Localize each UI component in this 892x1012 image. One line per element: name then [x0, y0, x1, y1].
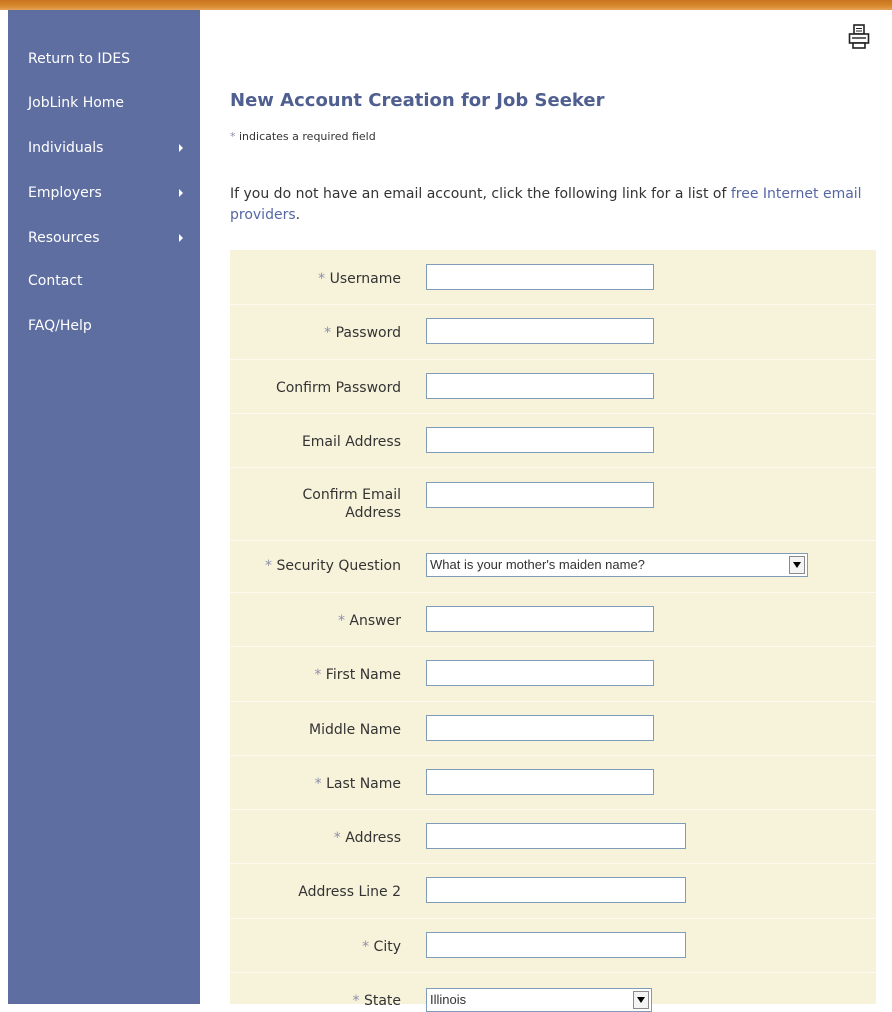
- last-name-label: * Last Name: [314, 776, 401, 792]
- answer-label: * Answer: [337, 613, 401, 629]
- required-marker: *: [264, 558, 272, 574]
- sidebar-item-label: JobLink Home: [28, 95, 125, 111]
- first-name-input[interactable]: [426, 660, 654, 686]
- required-marker: *: [314, 776, 322, 792]
- username-row: * Username: [230, 250, 876, 305]
- confirm-password-label: Confirm Password: [275, 380, 401, 396]
- sidebar-item-resources[interactable]: Resources: [28, 225, 193, 251]
- address-line-2-row: Address Line 2: [230, 863, 876, 919]
- required-marker: *: [314, 667, 322, 683]
- top-accent-bar: [0, 0, 892, 10]
- password-row: * Password: [230, 304, 876, 360]
- required-marker: *: [333, 830, 341, 846]
- confirm-email-input[interactable]: [426, 482, 654, 508]
- page-title: New Account Creation for Job Seeker: [230, 90, 605, 111]
- sidebar-item-label: Contact: [28, 273, 83, 289]
- chevron-down-icon[interactable]: [633, 991, 649, 1009]
- address-line-2-input[interactable]: [426, 877, 686, 903]
- state-select[interactable]: Illinois: [426, 988, 652, 1012]
- sidebar-nav: Return to IDES JobLink Home Individuals …: [8, 10, 200, 1004]
- sidebar-item-faq-help[interactable]: FAQ/Help: [28, 313, 193, 339]
- submenu-arrow-icon: [179, 234, 183, 242]
- required-marker: *: [362, 939, 370, 955]
- state-value: Illinois: [430, 992, 467, 1007]
- username-input[interactable]: [426, 264, 654, 290]
- intro-text: If you do not have an email account, cli…: [230, 186, 727, 202]
- password-input[interactable]: [426, 318, 654, 344]
- confirm-email-label: Confirm Email Address: [302, 487, 401, 521]
- email-address-row: Email Address: [230, 413, 876, 468]
- email-address-input[interactable]: [426, 427, 654, 453]
- last-name-input[interactable]: [426, 769, 654, 795]
- required-marker: *: [230, 130, 236, 143]
- answer-row: * Answer: [230, 592, 876, 647]
- address-input[interactable]: [426, 823, 686, 849]
- sidebar-item-label: FAQ/Help: [28, 318, 92, 334]
- middle-name-input[interactable]: [426, 715, 654, 741]
- sidebar-item-label: Employers: [28, 185, 102, 201]
- city-label: * City: [362, 939, 401, 955]
- confirm-password-row: Confirm Password: [230, 359, 876, 414]
- sidebar-item-label: Return to IDES: [28, 51, 131, 67]
- state-row: * State Illinois: [230, 972, 876, 1012]
- submenu-arrow-icon: [179, 144, 183, 152]
- required-marker: *: [324, 325, 332, 341]
- sidebar-item-joblink-home[interactable]: JobLink Home: [28, 90, 193, 116]
- confirm-password-input[interactable]: [426, 373, 654, 399]
- sidebar-item-individuals[interactable]: Individuals: [28, 135, 193, 161]
- security-question-row: * Security Question What is your mother'…: [230, 540, 876, 593]
- printer-icon[interactable]: [848, 24, 870, 50]
- middle-name-row: Middle Name: [230, 701, 876, 756]
- intro-suffix: .: [295, 207, 301, 223]
- city-row: * City: [230, 918, 876, 973]
- email-address-label: Email Address: [301, 434, 401, 450]
- sidebar-item-employers[interactable]: Employers: [28, 180, 193, 206]
- account-creation-form: * Username * Password Confirm Password E…: [230, 250, 876, 1012]
- required-note-text: indicates a required field: [239, 130, 376, 143]
- address-label: * Address: [333, 830, 401, 846]
- required-marker: *: [337, 613, 345, 629]
- security-question-value: What is your mother's maiden name?: [430, 557, 645, 572]
- sidebar-item-label: Resources: [28, 230, 100, 246]
- sidebar-item-return-to-ides[interactable]: Return to IDES: [28, 46, 193, 72]
- state-label: * State: [352, 993, 401, 1009]
- username-label: * Username: [318, 271, 401, 287]
- address-line-2-label: Address Line 2: [298, 884, 401, 900]
- password-label: * Password: [324, 325, 401, 341]
- security-question-label: * Security Question: [264, 558, 401, 574]
- submenu-arrow-icon: [179, 189, 183, 197]
- chevron-down-icon[interactable]: [789, 556, 805, 574]
- address-row: * Address: [230, 809, 876, 864]
- sidebar-item-label: Individuals: [28, 140, 104, 156]
- sidebar-item-contact[interactable]: Contact: [28, 268, 193, 294]
- last-name-row: * Last Name: [230, 755, 876, 810]
- security-question-select[interactable]: What is your mother's maiden name?: [426, 553, 808, 577]
- city-input[interactable]: [426, 932, 686, 958]
- answer-input[interactable]: [426, 606, 654, 632]
- email-provider-intro: If you do not have an email account, cli…: [230, 184, 870, 226]
- required-marker: *: [352, 993, 360, 1009]
- first-name-row: * First Name: [230, 646, 876, 702]
- first-name-label: * First Name: [314, 667, 401, 683]
- required-marker: *: [318, 271, 326, 287]
- middle-name-label: Middle Name: [309, 722, 401, 738]
- required-field-note: * indicates a required field: [230, 130, 376, 143]
- confirm-email-row: Confirm Email Address: [230, 467, 876, 541]
